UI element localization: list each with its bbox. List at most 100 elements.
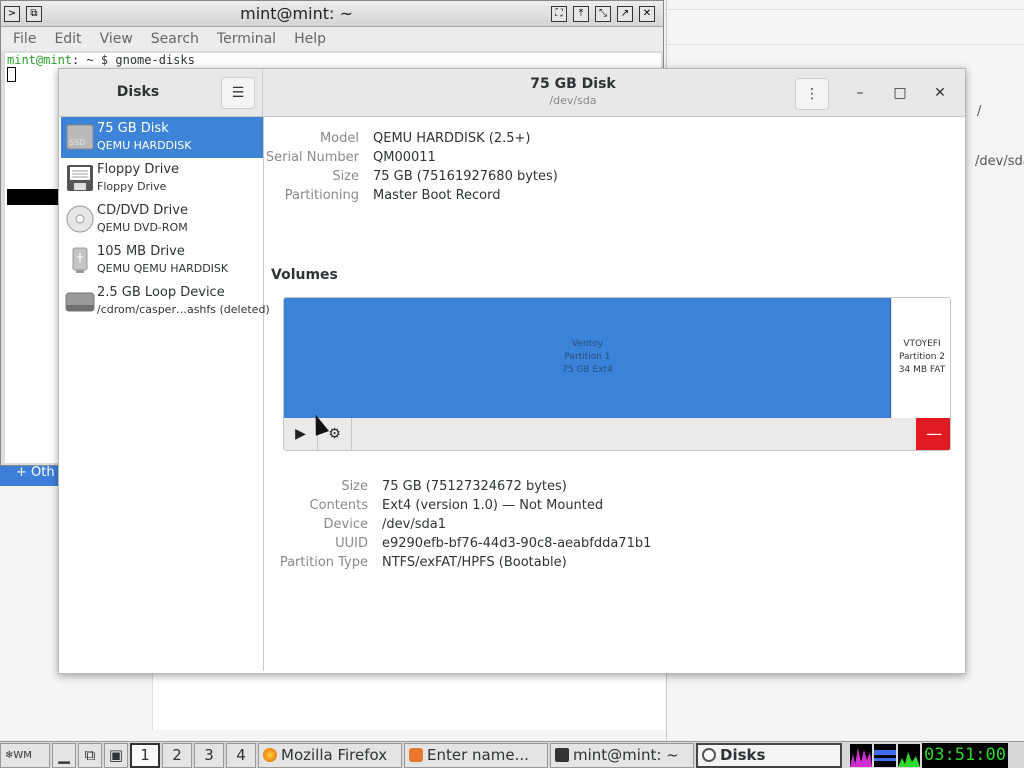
menu-search[interactable]: Search bbox=[151, 31, 199, 47]
prompt-user: mint@mint bbox=[7, 53, 73, 67]
menu-edit[interactable]: Edit bbox=[54, 31, 81, 47]
clock[interactable]: 03:51:00 bbox=[922, 742, 1008, 768]
minimize-all-icon: ▁ bbox=[58, 746, 70, 764]
menu-terminal[interactable]: Terminal bbox=[217, 31, 276, 47]
drive-name: 75 GB Disk bbox=[97, 121, 169, 136]
drive-item-cd-dvd[interactable]: CD/DVD Drive QEMU DVD-ROM bbox=[61, 199, 263, 240]
close-icon[interactable]: ✕ bbox=[639, 5, 655, 22]
drive-options-button[interactable]: ⋮ bbox=[795, 78, 829, 110]
maximize-icon[interactable]: ↗ bbox=[617, 5, 633, 22]
workspace-4[interactable]: 4 bbox=[226, 742, 256, 768]
window-menu-icon[interactable]: > bbox=[4, 5, 20, 22]
vol-partition-type: Partition Type NTFS/exFAT/HPFS (Bootable… bbox=[279, 555, 567, 570]
vol-contents: Contents Ext4 (version 1.0) — Not Mounte… bbox=[309, 498, 604, 513]
info-size: Size 75 GB (75161927680 bytes) bbox=[332, 169, 558, 184]
terminal-titlebar[interactable]: > ⧉ mint@mint: ~ ⛶ ⤒ ⤡ ↗ ✕ bbox=[1, 1, 663, 27]
hamburger-icon: ☰ bbox=[231, 85, 245, 101]
drive-item-loop-device[interactable]: 2.5 GB Loop Device /cdrom/casper…ashfs (… bbox=[61, 281, 270, 322]
sidebar-header: Disks ☰ bbox=[59, 69, 263, 117]
drive-item-floppy[interactable]: Floppy Drive Floppy Drive bbox=[61, 158, 263, 199]
taskbar: ❄WM ▁ ⧉ ▣ 1 2 3 4 Mozilla Firefox Enter … bbox=[0, 741, 1024, 768]
gear-icon: ⚙ bbox=[328, 426, 341, 442]
info-partitioning: Partitioning Master Boot Record bbox=[284, 188, 501, 203]
workspace-3[interactable]: 3 bbox=[194, 742, 224, 768]
network-graph-icon bbox=[874, 743, 896, 767]
task-terminal[interactable]: mint@mint: ~ bbox=[550, 742, 694, 768]
disk-title-text: 75 GB Disk bbox=[530, 76, 616, 92]
volumes-graphic: Ventoy Partition 1 75 GB Ext4 VTOYEFI Pa… bbox=[283, 297, 951, 451]
drive-name: 2.5 GB Loop Device bbox=[97, 285, 225, 300]
vol-device: Device /dev/sda1 bbox=[323, 517, 446, 532]
menu-help[interactable]: Help bbox=[294, 31, 326, 47]
cd-icon bbox=[66, 205, 94, 233]
vol-partition-type-value: NTFS/exFAT/HPFS (Bootable) bbox=[382, 555, 567, 570]
partitioning-value: Master Boot Record bbox=[373, 188, 501, 203]
vol-size: Size 75 GB (75127324672 bytes) bbox=[341, 479, 567, 494]
info-model: Model QEMU HARDDISK (2.5+) bbox=[319, 131, 531, 146]
loop-device-icon bbox=[65, 292, 95, 312]
drive-description: /cdrom/casper…ashfs (deleted) bbox=[97, 303, 270, 316]
background-path-root: / bbox=[977, 104, 982, 119]
task-disks[interactable]: Disks bbox=[696, 742, 842, 768]
drive-name: Floppy Drive bbox=[97, 162, 180, 177]
serial-value: QM00011 bbox=[373, 150, 436, 165]
show-desktop-button[interactable]: ▁ bbox=[52, 742, 76, 768]
drive-item-75gb-disk[interactable]: SSD 75 GB Disk QEMU HARDDISK bbox=[61, 117, 263, 158]
drive-description: Floppy Drive bbox=[97, 180, 167, 193]
close-button[interactable]: ✕ bbox=[930, 83, 950, 103]
window-list-button[interactable]: ⧉ bbox=[78, 742, 102, 768]
shade-up-icon[interactable]: ⤒ bbox=[573, 5, 589, 22]
terminal-menubar: File Edit View Search Terminal Help bbox=[1, 27, 663, 51]
task-firefox[interactable]: Mozilla Firefox bbox=[258, 742, 402, 768]
resize-icon[interactable]: ⤡ bbox=[595, 5, 611, 22]
workspace-1[interactable]: 1 bbox=[130, 742, 160, 768]
maximize-corners-icon[interactable]: ⛶ bbox=[551, 5, 567, 22]
background-toolbar bbox=[667, 0, 1024, 10]
delete-partition-button[interactable]: — bbox=[916, 418, 950, 450]
svg-text:SSD: SSD bbox=[69, 138, 85, 147]
drive-item-105mb[interactable]: 105 MB Drive QEMU QEMU HARDDISK bbox=[61, 240, 263, 281]
task-installer[interactable]: Enter name... bbox=[404, 742, 548, 768]
disks-icon bbox=[702, 748, 716, 762]
vol-size-value: 75 GB (75127324672 bytes) bbox=[382, 479, 567, 494]
start-menu-button[interactable]: ❄WM bbox=[0, 742, 50, 768]
drive-list: SSD 75 GB Disk QEMU HARDDISK Floppy Driv… bbox=[61, 117, 270, 671]
cpu-graph-icon bbox=[850, 743, 872, 767]
usb-drive-icon bbox=[72, 247, 88, 273]
close-x-icon: ✕ bbox=[934, 85, 946, 101]
prompt-command: : ~ $ gnome-disks bbox=[72, 53, 195, 67]
kebab-menu-icon: ⋮ bbox=[805, 86, 819, 102]
windows-icon: ⧉ bbox=[84, 746, 96, 764]
hamburger-menu-button[interactable]: ☰ bbox=[221, 77, 255, 109]
workspace-2[interactable]: 2 bbox=[162, 742, 192, 768]
window-restore-icon[interactable]: ⧉ bbox=[26, 5, 42, 22]
drive-name: CD/DVD Drive bbox=[97, 203, 188, 218]
menu-file[interactable]: File bbox=[13, 31, 36, 47]
terminal-title: mint@mint: ~ bbox=[240, 4, 353, 23]
volumes-heading: Volumes bbox=[271, 267, 338, 283]
background-path-dev: /dev/sda bbox=[975, 154, 1024, 169]
maximize-button[interactable]: □ bbox=[890, 83, 910, 103]
installer-icon bbox=[409, 748, 423, 762]
menu-view[interactable]: View bbox=[100, 31, 133, 47]
disks-headerbar[interactable]: Disks ☰ 75 GB Disk /dev/sda ⋮ – □ ✕ bbox=[59, 69, 965, 117]
minimize-button[interactable]: – bbox=[850, 83, 870, 103]
icewm-logo-icon: ❄WM bbox=[5, 749, 32, 761]
memory-graph-icon bbox=[898, 743, 920, 767]
terminal-command-line: mint@mint: ~ $ gnome-disks bbox=[5, 53, 661, 67]
drive-description: QEMU DVD-ROM bbox=[97, 221, 188, 234]
terminal-cursor bbox=[7, 67, 16, 82]
partition-2-label: VTOYEFI Partition 2 34 MB FAT bbox=[898, 339, 946, 375]
partition-2-block[interactable]: VTOYEFI Partition 2 34 MB FAT bbox=[892, 298, 950, 418]
disk-details: Model QEMU HARDDISK (2.5+) Serial Number… bbox=[265, 117, 965, 673]
vol-contents-value: Ext4 (version 1.0) — Not Mounted bbox=[382, 498, 604, 513]
ssd-icon: SSD bbox=[66, 124, 94, 150]
drive-name: 105 MB Drive bbox=[97, 244, 185, 259]
minus-icon: — bbox=[926, 424, 942, 443]
partition-1-label: Ventoy Partition 1 75 GB Ext4 bbox=[562, 339, 613, 375]
info-serial: Serial Number QM00011 bbox=[265, 150, 436, 165]
terminal-launcher-button[interactable]: ▣ bbox=[104, 742, 128, 768]
minimize-icon: – bbox=[856, 85, 864, 101]
terminal-selection-block bbox=[7, 189, 63, 205]
partition-1-block[interactable]: Ventoy Partition 1 75 GB Ext4 bbox=[284, 298, 891, 418]
